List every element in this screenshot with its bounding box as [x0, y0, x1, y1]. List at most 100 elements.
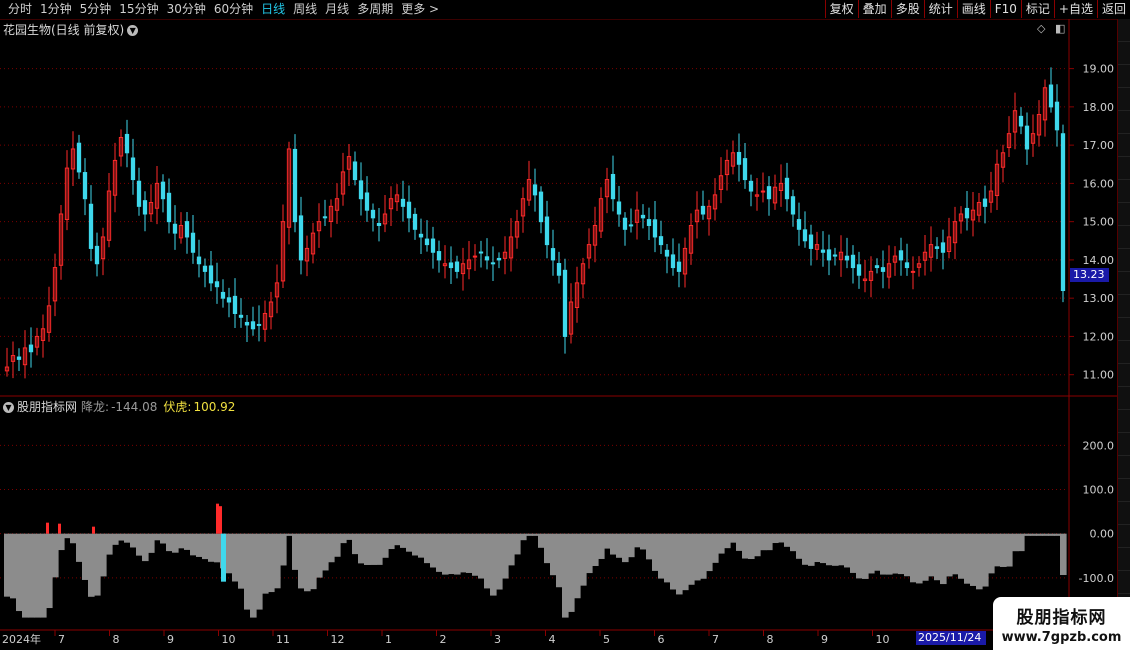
indicator-bar: [922, 533, 929, 581]
candle-body: [910, 270, 916, 273]
indicator-bar: [616, 533, 623, 558]
watermark-url: www.7gpzb.com: [1001, 630, 1122, 645]
price-tick-label: 16.00: [1083, 177, 1115, 190]
indicator-bar: [22, 533, 29, 618]
indicator-bar: [1024, 533, 1031, 536]
candle-body: [364, 192, 370, 211]
indicator-bar: [694, 533, 701, 581]
indicator-bar: [568, 533, 575, 612]
window-toggle-icon[interactable]: ◧: [1055, 22, 1065, 35]
chevron-down-icon[interactable]: ▼: [3, 402, 14, 413]
candle-body: [88, 203, 94, 249]
indicator-bar: [850, 533, 857, 573]
stock-title: 花园生物(日线 前复权) ▼: [3, 21, 139, 38]
candle-body: [82, 172, 88, 200]
indicator-bar: [154, 533, 161, 541]
candle-body: [76, 142, 82, 173]
indicator-bar: [466, 533, 473, 573]
indicator-bar: [598, 533, 605, 559]
indicator-bar: [94, 533, 101, 596]
indicator-bar: [766, 533, 773, 551]
cursor-date-badge: 2025/11/24: [916, 631, 986, 645]
kline-chart-area[interactable]: 19.00 18.00 17.00 16.00 15.00 14.00 13.00 12.00…: [0, 0, 1130, 650]
indicator-bar: [214, 533, 221, 563]
indicator-bar: [10, 533, 17, 599]
watermark-title: 股朋指标网: [1016, 608, 1107, 628]
indicator-bar: [874, 533, 881, 571]
indicator-bar: [664, 533, 671, 583]
candle-body: [16, 356, 22, 360]
candle-body: [424, 238, 430, 246]
indicator-bar: [1018, 533, 1025, 552]
candle-body: [640, 214, 646, 219]
candle-body: [472, 255, 478, 258]
candle-body: [652, 219, 658, 238]
candle-body: [298, 215, 304, 261]
indicator-bar: [862, 533, 869, 579]
indicator-bar: [364, 533, 371, 565]
candle-body: [766, 186, 772, 200]
indicator-bar: [406, 533, 413, 552]
indicator-bar: [46, 533, 53, 609]
indicator-bar: [802, 533, 809, 565]
price-tick-label: 18.00: [1083, 101, 1115, 114]
candle-body: [232, 295, 238, 314]
candle-body: [226, 297, 232, 303]
indicator-bar: [490, 533, 497, 596]
indicator-bar: [538, 533, 545, 548]
indicator-bar: [676, 533, 683, 595]
diamond-icon[interactable]: ◇: [1037, 22, 1045, 35]
indicator-spike: [92, 526, 95, 534]
candle-body: [736, 151, 742, 165]
time-axis-label: 7: [712, 633, 719, 646]
indicator-bar: [562, 533, 569, 618]
candle-body: [664, 249, 670, 257]
indicator-bar: [928, 533, 935, 577]
indicator-bar: [832, 533, 839, 566]
indicator-bar: [412, 533, 419, 556]
candle-body: [292, 148, 298, 223]
price-tick-label: 11.00: [1083, 369, 1115, 382]
indicator-bar: [262, 533, 269, 594]
indicator-tick-label: 100.0: [1083, 484, 1115, 497]
indicator-bar: [622, 533, 629, 563]
indicator-bar: [472, 533, 479, 576]
candle-body: [496, 257, 502, 261]
candle-body: [322, 216, 328, 219]
indicator-name: 股朋指标网: [17, 400, 78, 414]
chevron-down-icon[interactable]: ▼: [127, 25, 139, 36]
indicator-bar: [400, 533, 407, 548]
indicator-bar: [898, 533, 905, 575]
indicator-bar: [256, 533, 263, 610]
time-axis-label: 9: [821, 633, 828, 646]
indicator-bar: [250, 533, 257, 618]
time-axis-label: 1: [385, 633, 392, 646]
price-tick-label: 13.00: [1083, 292, 1115, 305]
candle-body: [844, 255, 850, 261]
indicator-bar: [52, 533, 59, 578]
candle-body: [256, 323, 262, 326]
indicator-bar: [652, 533, 659, 571]
indicator-bar: [478, 533, 485, 579]
indicator-bar: [58, 533, 65, 551]
indicator-bar: [586, 533, 593, 574]
site-watermark: 股朋指标网 www.7gpzb.com: [993, 597, 1130, 650]
indicator-tick-label: -100.0: [1079, 572, 1114, 585]
right-side-panel[interactable]: [1117, 19, 1130, 630]
indicator-bar: [292, 533, 299, 570]
indicator-bar: [514, 533, 521, 555]
candle-body: [1060, 133, 1066, 292]
indicator-bar: [640, 533, 647, 550]
candle-body: [700, 205, 706, 215]
indicator-bar: [658, 533, 665, 579]
indicator-bar: [436, 533, 443, 572]
candle-body: [784, 177, 790, 200]
candle-body: [454, 261, 460, 272]
candle-body: [358, 180, 364, 200]
indicator-bar: [376, 533, 383, 565]
candle-body: [238, 314, 244, 318]
indicator-bar: [346, 533, 353, 540]
indicator-bar: [580, 533, 587, 586]
indicator-bar: [688, 533, 695, 585]
line2-value: 100.92: [193, 400, 236, 414]
